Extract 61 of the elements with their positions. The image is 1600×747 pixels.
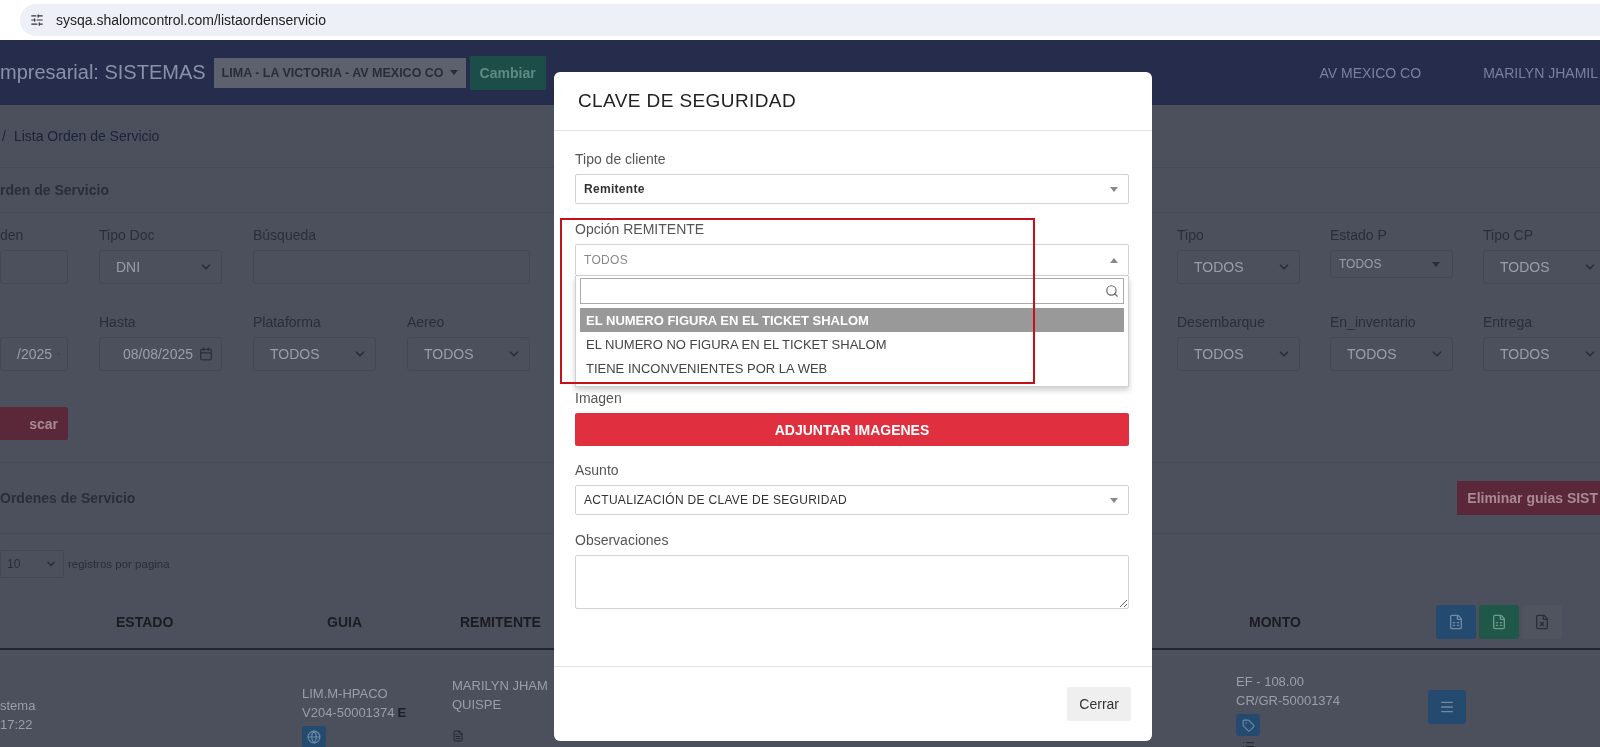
- web-button[interactable]: [302, 726, 326, 747]
- search-button[interactable]: scar: [0, 407, 68, 440]
- close-button[interactable]: Cerrar: [1067, 687, 1131, 721]
- branch-name[interactable]: AV MEXICO CO: [1319, 64, 1422, 81]
- column-header: REMITENTE: [460, 614, 541, 630]
- search-icon: [1105, 284, 1119, 298]
- globe-icon: [307, 730, 321, 744]
- tag-button[interactable]: [1236, 714, 1260, 736]
- select-field[interactable]: TODOS: [1330, 337, 1453, 371]
- dropdown-option[interactable]: EL NUMERO NO FIGURA EN EL TICKET SHALOM: [580, 332, 1124, 356]
- column-header: MONTO: [1249, 614, 1301, 630]
- caret-icon: [449, 70, 458, 75]
- tag-icon: [1241, 718, 1255, 732]
- change-button[interactable]: Cambiar: [469, 55, 546, 90]
- select-field[interactable]: ACTUALIZACIÓN DE CLAVE DE SEGURIDAD: [575, 485, 1129, 515]
- date-field[interactable]: /2025: [0, 337, 68, 371]
- export-button[interactable]: [1479, 605, 1519, 639]
- menu-button[interactable]: [1428, 690, 1466, 724]
- select-field[interactable]: TODOS: [1483, 250, 1600, 284]
- delete-button[interactable]: Eliminar guias SIST: [1457, 481, 1600, 515]
- select-field[interactable]: TODOS: [1483, 337, 1600, 371]
- caret-icon: [1432, 261, 1440, 267]
- export-button[interactable]: [1436, 605, 1476, 639]
- table-cell-text: MARILYN JHAM QUISPE: [452, 677, 548, 714]
- table-cell-text: EF - 108.00 CR/GR-50001374: [1236, 673, 1341, 710]
- header-title: mpresarial: SISTEMAS: [0, 61, 206, 84]
- caret-icon: [1110, 186, 1118, 192]
- sliders-icon[interactable]: [30, 13, 44, 27]
- column-header: GUIA: [327, 614, 362, 630]
- url-text[interactable]: sysqa.shalomcontrol.com/listaordenservicio: [56, 12, 326, 28]
- select-field[interactable]: Remitente: [575, 174, 1129, 204]
- export-button[interactable]: [1522, 605, 1562, 639]
- text-area[interactable]: [575, 555, 1129, 609]
- file-icon: [1534, 614, 1550, 630]
- field-label: Tipo de cliente: [575, 151, 666, 167]
- table-cell-text: stema 17:22: [0, 697, 36, 734]
- field-label: Asunto: [575, 462, 619, 478]
- spreadsheet-icon: [1491, 614, 1507, 630]
- menu-icon: [1439, 699, 1455, 715]
- dropdown-option[interactable]: EL NUMERO FIGURA EN EL TICKET SHALOM: [580, 308, 1124, 332]
- dropdown-option[interactable]: TIENE INCONVENIENTES POR LA WEB: [580, 356, 1124, 380]
- dialog-title: CLAVE DE SEGURIDAD: [578, 90, 796, 112]
- field-label: Imagen: [575, 390, 622, 406]
- select-field[interactable]: TODOS: [1177, 337, 1300, 371]
- select-field[interactable]: TODOS: [1330, 250, 1453, 278]
- date-field[interactable]: 08/08/2025: [99, 337, 222, 371]
- user-name[interactable]: MARILYN JHAMIL: [1483, 64, 1598, 81]
- column-header: ESTADO: [116, 614, 174, 630]
- select-field[interactable]: DNI: [99, 250, 222, 284]
- attach-images-button[interactable]: ADJUNTAR IMAGENES: [575, 413, 1129, 446]
- breadcrumb-separator: /: [2, 128, 6, 144]
- search-field[interactable]: [580, 278, 1124, 304]
- select-field[interactable]: TODOS: [1177, 250, 1300, 284]
- document-icon[interactable]: [452, 730, 464, 742]
- select-field[interactable]: TODOS: [253, 337, 376, 371]
- field-label: Observaciones: [575, 532, 669, 548]
- spreadsheet-icon: [1448, 614, 1464, 630]
- select-field[interactable]: TODOS: [407, 337, 530, 371]
- caret-icon: [1110, 497, 1118, 503]
- field-label: Opción REMITENTE: [575, 221, 705, 237]
- caret-icon: [1110, 257, 1118, 263]
